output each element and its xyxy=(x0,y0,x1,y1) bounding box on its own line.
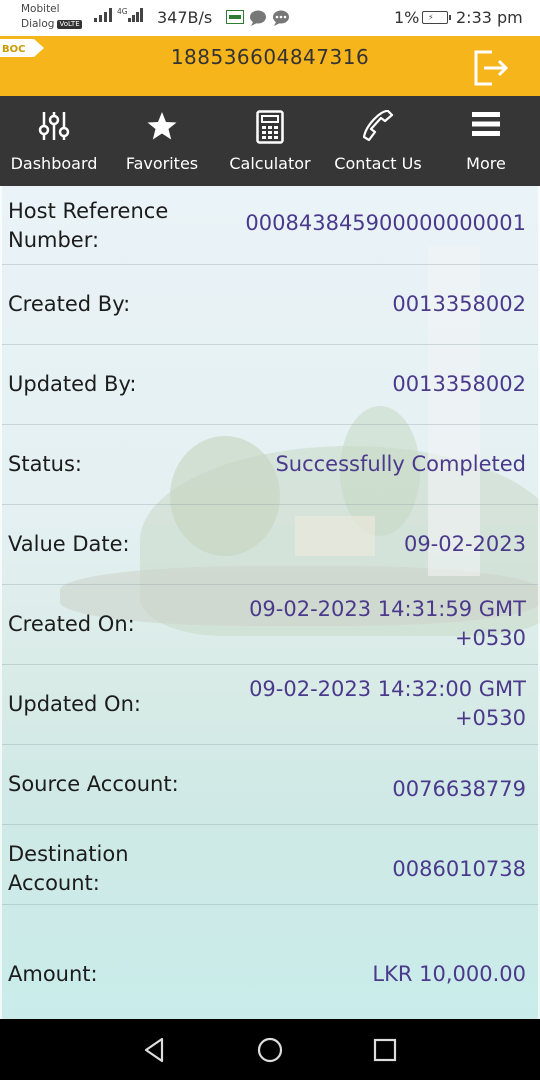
nav-item-more[interactable]: More xyxy=(432,96,540,186)
detail-label: Status: xyxy=(8,452,82,476)
detail-label: Host Reference Number: xyxy=(8,199,169,252)
screen: Mobitel Dialog VoLTE 4G 347B/s 1% ⚡ 2:33 … xyxy=(0,0,540,1080)
detail-value: 000843845900000000001 xyxy=(245,211,526,235)
phone-icon xyxy=(362,110,394,142)
detail-label: Source Account: xyxy=(8,772,179,796)
detail-row-created-on: Created On: 09-02-2023 14:31:59 GMT +053… xyxy=(2,585,538,665)
transaction-details[interactable]: Host Reference Number: 00084384590000000… xyxy=(0,186,540,1019)
status-bar: Mobitel Dialog VoLTE 4G 347B/s 1% ⚡ 2:33 … xyxy=(0,0,540,36)
logout-button[interactable] xyxy=(470,48,510,88)
detail-value: 09-02-2023 14:32:00 GMT +0530 xyxy=(249,677,526,730)
system-nav-bar xyxy=(0,1019,540,1080)
detail-row-updated-by: Updated By: 0013358002 xyxy=(2,345,538,425)
calculator-icon xyxy=(256,110,284,144)
detail-label: Value Date: xyxy=(8,532,130,556)
recents-icon[interactable] xyxy=(370,1035,400,1065)
nav-label: Dashboard xyxy=(10,154,98,173)
main-nav: Dashboard Favorites Calculator Contact U… xyxy=(0,96,540,186)
status-value: Successfully Completed xyxy=(275,452,526,476)
detail-row-source-account: Source Account: 0076638779 xyxy=(2,745,538,825)
detail-value: 09-02-2023 14:31:59 GMT +0530 xyxy=(249,597,526,650)
nav-item-favorites[interactable]: Favorites xyxy=(108,96,216,186)
detail-row-amount: Amount: LKR 10,000.00 xyxy=(2,905,538,1000)
detail-label: Created By: xyxy=(8,292,131,316)
amount-value: LKR 10,000.00 xyxy=(372,962,526,986)
app-header: BOC 188536604847316 xyxy=(0,36,540,96)
network-type: 4G xyxy=(117,7,128,16)
battery-percent: 1% xyxy=(394,8,420,27)
detail-row-value-date: Value Date: 09-02-2023 xyxy=(2,505,538,585)
back-icon[interactable] xyxy=(140,1035,170,1065)
menu-icon xyxy=(472,112,500,136)
nav-label: Calculator xyxy=(229,154,311,173)
chat-bubble-icon xyxy=(250,10,266,26)
detail-label: Created On: xyxy=(8,612,135,636)
detail-row-status: Status: Successfully Completed xyxy=(2,425,538,505)
detail-value: 09-02-2023 xyxy=(403,532,526,556)
detail-label: Amount: xyxy=(8,962,98,986)
home-icon[interactable] xyxy=(255,1035,285,1065)
nav-label: Favorites xyxy=(125,154,199,173)
detail-value: 0086010738 xyxy=(392,857,526,881)
volte-badge: VoLTE xyxy=(57,20,82,29)
star-icon xyxy=(147,112,177,140)
detail-row-destination-account: Destination Account: 0086010738 xyxy=(2,825,538,905)
detail-row-updated-on: Updated On: 09-02-2023 14:32:00 GMT +053… xyxy=(2,665,538,745)
clock: 2:33 pm xyxy=(456,8,523,27)
carrier-info: Mobitel Dialog VoLTE xyxy=(21,2,82,32)
nav-item-contact-us[interactable]: Contact Us xyxy=(324,96,432,186)
detail-label: Destination Account: xyxy=(8,842,129,895)
content-border xyxy=(0,186,2,1019)
sliders-icon xyxy=(38,112,70,140)
battery-icon: ⚡ xyxy=(422,11,451,24)
carrier-primary: Mobitel xyxy=(21,3,60,15)
nav-label: Contact Us xyxy=(334,154,422,173)
signal-icon xyxy=(94,8,114,22)
nav-label: More xyxy=(466,154,506,173)
detail-value: 0013358002 xyxy=(392,372,526,396)
detail-row-created-by: Created By: 0013358002 xyxy=(2,265,538,345)
nav-item-calculator[interactable]: Calculator xyxy=(216,96,324,186)
detail-value: 0076638779 xyxy=(392,777,526,801)
account-number: 188536604847316 xyxy=(170,45,370,69)
signal-icon-2 xyxy=(128,8,144,22)
message-icon xyxy=(226,10,244,24)
detail-value: 0013358002 xyxy=(392,292,526,316)
chat-dots-icon xyxy=(273,10,289,26)
detail-label: Updated By: xyxy=(8,372,137,396)
network-speed: 347B/s xyxy=(157,8,213,27)
carrier-secondary: Dialog xyxy=(21,18,55,30)
nav-item-dashboard[interactable]: Dashboard xyxy=(0,96,108,186)
detail-label: Updated On: xyxy=(8,692,141,716)
detail-row-host-reference: Host Reference Number: 00084384590000000… xyxy=(2,196,538,265)
detail-list: Host Reference Number: 00084384590000000… xyxy=(2,196,538,1000)
